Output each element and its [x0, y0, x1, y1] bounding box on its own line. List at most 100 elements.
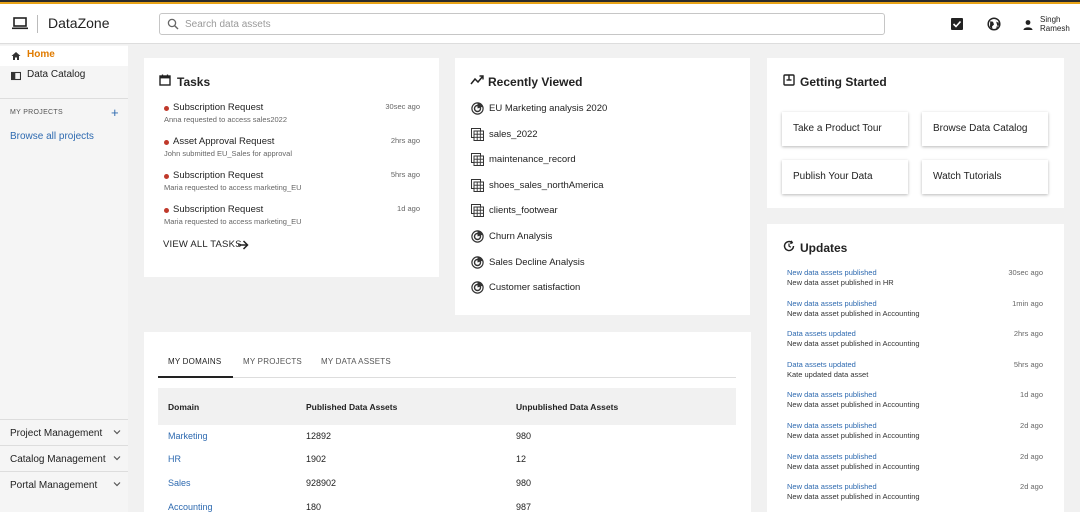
- update-detail: Kate updated data asset: [787, 370, 869, 379]
- task-detail: Anna requested to access sales2022: [164, 115, 287, 124]
- view-all-label: VIEW ALL TASKS: [163, 239, 242, 250]
- getting-started-title: Getting Started: [800, 75, 887, 89]
- project-management-menu[interactable]: Project Management: [0, 419, 128, 445]
- table-row: Marketing 12892 980: [158, 431, 736, 455]
- catalog-management-menu[interactable]: Catalog Management: [0, 445, 128, 471]
- calendar-icon: [159, 74, 171, 86]
- analysis-icon: [471, 102, 484, 115]
- analysis-icon: [471, 281, 484, 294]
- sidebar-item-data-catalog[interactable]: Data Catalog: [0, 66, 128, 86]
- analysis-icon: [471, 230, 484, 243]
- update-time: 2d ago: [1020, 421, 1043, 430]
- search-box[interactable]: [159, 13, 885, 35]
- sidebar-item-home[interactable]: Home: [0, 46, 128, 66]
- recent-item-label: Sales Decline Analysis: [489, 257, 585, 268]
- recent-item-label: EU Marketing analysis 2020: [489, 103, 608, 114]
- task-title: Asset Approval Request: [173, 136, 275, 147]
- published-count: 180: [306, 502, 322, 512]
- table-row: HR 1902 12: [158, 454, 736, 478]
- update-title: New data assets published: [787, 421, 877, 430]
- user-last-name: Ramesh: [1040, 24, 1070, 33]
- domain-link[interactable]: Accounting: [168, 502, 213, 512]
- tab-my-projects[interactable]: MY PROJECTS: [243, 357, 302, 366]
- recent-item-label: Customer satisfaction: [489, 282, 581, 293]
- logo-divider: [37, 15, 38, 33]
- published-count: 12892: [306, 431, 332, 441]
- chevron-down-icon: [113, 482, 121, 487]
- home-icon: [11, 52, 21, 60]
- top-bar: DataZone Singh Ramesh: [0, 4, 1080, 44]
- task-time: 30sec ago: [385, 102, 420, 111]
- chevron-down-icon: [113, 430, 121, 435]
- sidebar-divider: [0, 98, 128, 99]
- update-detail: New data asset published in Accounting: [787, 400, 920, 409]
- active-tab-indicator: [158, 376, 233, 378]
- analysis-icon: [471, 256, 484, 269]
- domain-link[interactable]: HR: [168, 454, 181, 464]
- sidebar: Home Data Catalog MY PROJECTS + Browse a…: [0, 45, 128, 512]
- domains-card: MY DOMAINS MY PROJECTS MY DATA ASSETS Do…: [144, 332, 751, 512]
- task-detail: Maria requested to access marketing_EU: [164, 217, 302, 226]
- status-dot: [164, 208, 169, 213]
- tasks-card: Tasks Subscription Request Anna requeste…: [144, 58, 439, 277]
- laptop-icon: [12, 17, 28, 30]
- task-time: 5hrs ago: [390, 170, 420, 179]
- tab-my-data-assets[interactable]: MY DATA ASSETS: [321, 357, 391, 366]
- unpublished-count: 980: [516, 478, 532, 488]
- globe-icon[interactable]: [987, 17, 1001, 31]
- status-dot: [164, 140, 169, 145]
- getting-started-card: Getting Started Take a Product Tour Brow…: [767, 58, 1064, 208]
- trending-icon: [470, 75, 484, 85]
- column-header-domain: Domain: [168, 402, 200, 412]
- unpublished-count: 987: [516, 502, 532, 512]
- domain-link[interactable]: Marketing: [168, 431, 208, 441]
- watch-tutorials-button[interactable]: Watch Tutorials: [922, 160, 1048, 194]
- update-detail: New data asset published in Accounting: [787, 309, 920, 318]
- app-name[interactable]: DataZone: [48, 15, 109, 31]
- recent-item-label: sales_2022: [489, 129, 538, 140]
- task-detail: Maria requested to access marketing_EU: [164, 183, 302, 192]
- update-time: 1min ago: [1012, 299, 1043, 308]
- user-first-name: Singh: [1040, 15, 1061, 24]
- update-title: New data assets published: [787, 482, 877, 491]
- publish-data-button[interactable]: Publish Your Data: [782, 160, 908, 194]
- recent-item-label: maintenance_record: [489, 154, 576, 165]
- table-row: Accounting 180 987: [158, 502, 736, 512]
- table-icon: [471, 204, 484, 217]
- published-count: 1902: [306, 454, 327, 464]
- update-detail: New data asset published in Accounting: [787, 492, 920, 501]
- catalog-icon: [11, 71, 21, 81]
- task-checkbox-icon[interactable]: [950, 17, 964, 31]
- button-label: Take a Product Tour: [793, 123, 882, 134]
- update-time: 30sec ago: [1008, 268, 1043, 277]
- table-icon: [471, 153, 484, 166]
- table-icon: [471, 179, 484, 192]
- add-project-button[interactable]: +: [111, 105, 119, 120]
- domain-link[interactable]: Sales: [168, 478, 191, 488]
- domain-tabs: MY DOMAINS MY PROJECTS MY DATA ASSETS: [158, 351, 736, 378]
- recent-item-label: Churn Analysis: [489, 231, 553, 242]
- update-time: 2d ago: [1020, 452, 1043, 461]
- tasks-title: Tasks: [177, 75, 211, 89]
- browse-catalog-button[interactable]: Browse Data Catalog: [922, 112, 1048, 146]
- task-title: Subscription Request: [173, 170, 264, 181]
- status-dot: [164, 106, 169, 111]
- menu-label: Portal Management: [10, 480, 98, 491]
- search-input[interactable]: [185, 16, 875, 32]
- portal-management-menu[interactable]: Portal Management: [0, 471, 128, 497]
- browse-all-projects-link[interactable]: Browse all projects: [10, 131, 94, 142]
- tab-my-domains[interactable]: MY DOMAINS: [168, 357, 221, 366]
- unpublished-count: 12: [516, 454, 527, 464]
- updates-title: Updates: [800, 241, 848, 255]
- product-tour-button[interactable]: Take a Product Tour: [782, 112, 908, 146]
- update-detail: New data asset published in HR: [787, 278, 894, 287]
- task-detail: John submitted EU_Sales for approval: [164, 149, 292, 158]
- recent-item-label: shoes_sales_northAmerica: [489, 180, 604, 191]
- update-time: 2hrs ago: [1013, 329, 1043, 338]
- update-detail: New data asset published in Accounting: [787, 431, 920, 440]
- sidebar-item-label: Data Catalog: [27, 69, 86, 80]
- view-all-tasks-link[interactable]: VIEW ALL TASKS: [163, 239, 249, 250]
- status-dot: [164, 174, 169, 179]
- launch-icon: [783, 74, 795, 86]
- unpublished-count: 980: [516, 431, 532, 441]
